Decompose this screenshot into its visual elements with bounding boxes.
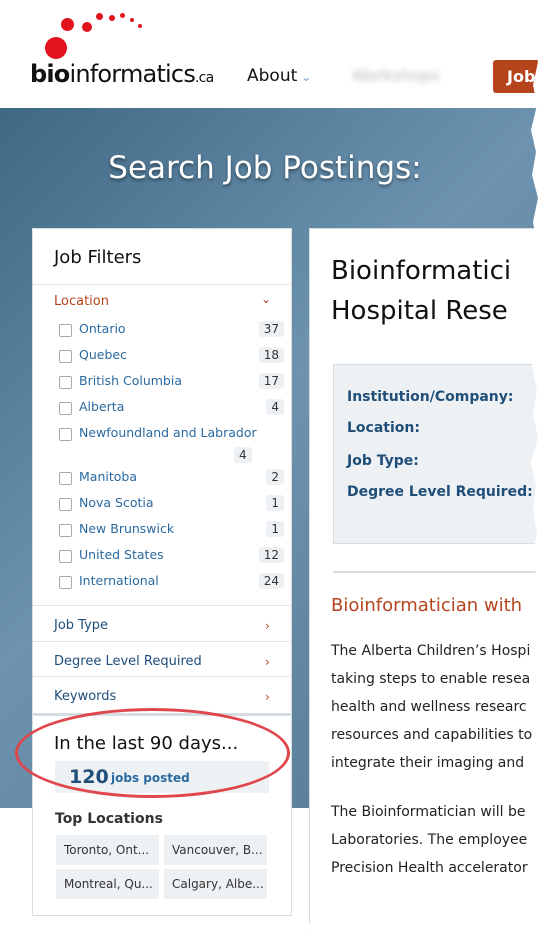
checkbox[interactable] [59, 498, 72, 511]
location-option[interactable]: Alberta 4 [59, 397, 284, 419]
info-label: Degree Level Required: [347, 484, 533, 500]
description-line: health and wellness researc [331, 699, 527, 715]
checkbox[interactable] [59, 376, 72, 389]
count-badge: 2 [266, 469, 284, 485]
site-logo[interactable]: bioinformatics.ca [30, 10, 214, 90]
location-option[interactable]: Nova Scotia 1 [59, 493, 284, 515]
degree-level-filter[interactable]: Degree Level Required [54, 654, 202, 669]
top-location-chip[interactable]: Toronto, Ont... [56, 835, 159, 865]
chevron-right-icon[interactable]: › [265, 690, 270, 704]
count-badge: 17 [258, 373, 284, 389]
torn-edge-right [531, 0, 544, 934]
keywords-filter[interactable]: Keywords [54, 689, 116, 704]
location-option[interactable]: Newfoundland and Labrador [59, 423, 259, 445]
logo-wordmark: bioinformatics.ca [30, 60, 214, 88]
location-option[interactable]: Quebec 18 [59, 345, 284, 367]
nav-workshops[interactable]: Workshops [352, 66, 439, 85]
info-label: Location: [347, 420, 420, 436]
logo-dot [130, 18, 134, 22]
count-badge: 37 [258, 321, 284, 337]
top-location-chip[interactable]: Montreal, Qu... [56, 869, 159, 899]
logo-dot [109, 15, 115, 21]
description-line: Precision Health accelerator [331, 860, 528, 876]
location-option[interactable]: United States 12 [59, 545, 284, 567]
count-badge: 24 [258, 573, 284, 589]
count-badge: 12 [258, 547, 284, 563]
location-option[interactable]: British Columbia 17 [59, 371, 284, 393]
job-filters-panel: Job Filters Location ⌄ Ontario 37 Quebec… [32, 228, 292, 916]
location-option[interactable]: Manitoba 2 [59, 467, 284, 489]
divider [333, 571, 544, 573]
chevron-down-icon[interactable]: ⌄ [261, 292, 271, 306]
info-label: Job Type: [347, 453, 419, 469]
checkbox[interactable] [59, 402, 72, 415]
job-subheading: Bioinformatician with [331, 595, 523, 616]
count-badge: 1 [266, 495, 284, 511]
checkbox[interactable] [59, 428, 72, 441]
job-info-box: Institution/Company: Location: Job Type:… [333, 364, 544, 544]
logo-dot [96, 13, 103, 20]
logo-dot [138, 24, 142, 28]
description-line: integrate their imaging and [331, 755, 525, 771]
job-type-filter[interactable]: Job Type [54, 618, 108, 633]
location-filter-heading[interactable]: Location [54, 294, 109, 309]
checkbox[interactable] [59, 350, 72, 363]
count-badge: 4 [266, 399, 284, 415]
count-badge: 1 [266, 521, 284, 537]
location-option[interactable]: New Brunswick 1 [59, 519, 284, 541]
page-title: Search Job Postings: [108, 150, 422, 186]
logo-dot [82, 22, 92, 32]
filters-title: Job Filters [54, 247, 142, 268]
description-line: Laboratories. The employee [331, 832, 528, 848]
torn-edge-bottom [0, 921, 544, 934]
count-badge: 4 [234, 447, 252, 463]
job-detail-card: Bioinformatici Hospital Rese Institution… [309, 228, 544, 935]
top-location-chip[interactable]: Calgary, Albe... [164, 869, 267, 899]
description-line: resources and capabilities to [331, 727, 533, 743]
site-header: bioinformatics.ca About ⌄ Workshops Job [0, 0, 544, 108]
divider [33, 605, 291, 606]
top-location-chip[interactable]: Vancouver, B... [164, 835, 267, 865]
divider [33, 284, 291, 285]
chevron-right-icon[interactable]: › [265, 655, 270, 669]
top-locations-title: Top Locations [55, 811, 163, 827]
info-label: Institution/Company: [347, 389, 514, 405]
nav-about[interactable]: About ⌄ [247, 66, 311, 86]
chevron-right-icon[interactable]: › [265, 619, 270, 633]
annotation-ellipse [15, 708, 290, 798]
checkbox[interactable] [59, 524, 72, 537]
checkbox[interactable] [59, 324, 72, 337]
checkbox[interactable] [59, 550, 72, 563]
logo-dot [45, 37, 67, 59]
divider [33, 676, 291, 677]
location-option[interactable]: Ontario 37 [59, 319, 284, 341]
logo-dot [120, 13, 125, 18]
checkbox[interactable] [59, 472, 72, 485]
description-line: taking steps to enable resea [331, 671, 531, 687]
logo-dot [61, 18, 74, 31]
location-option[interactable]: International 24 [59, 571, 284, 593]
divider [33, 641, 291, 642]
chevron-down-icon: ⌄ [301, 70, 312, 84]
description-line: The Bioinformatician will be [331, 804, 526, 820]
description-line: The Alberta Children’s Hospi [331, 643, 531, 659]
job-title: Bioinformatici Hospital Rese [331, 256, 512, 326]
count-badge: 18 [258, 347, 284, 363]
checkbox[interactable] [59, 576, 72, 589]
